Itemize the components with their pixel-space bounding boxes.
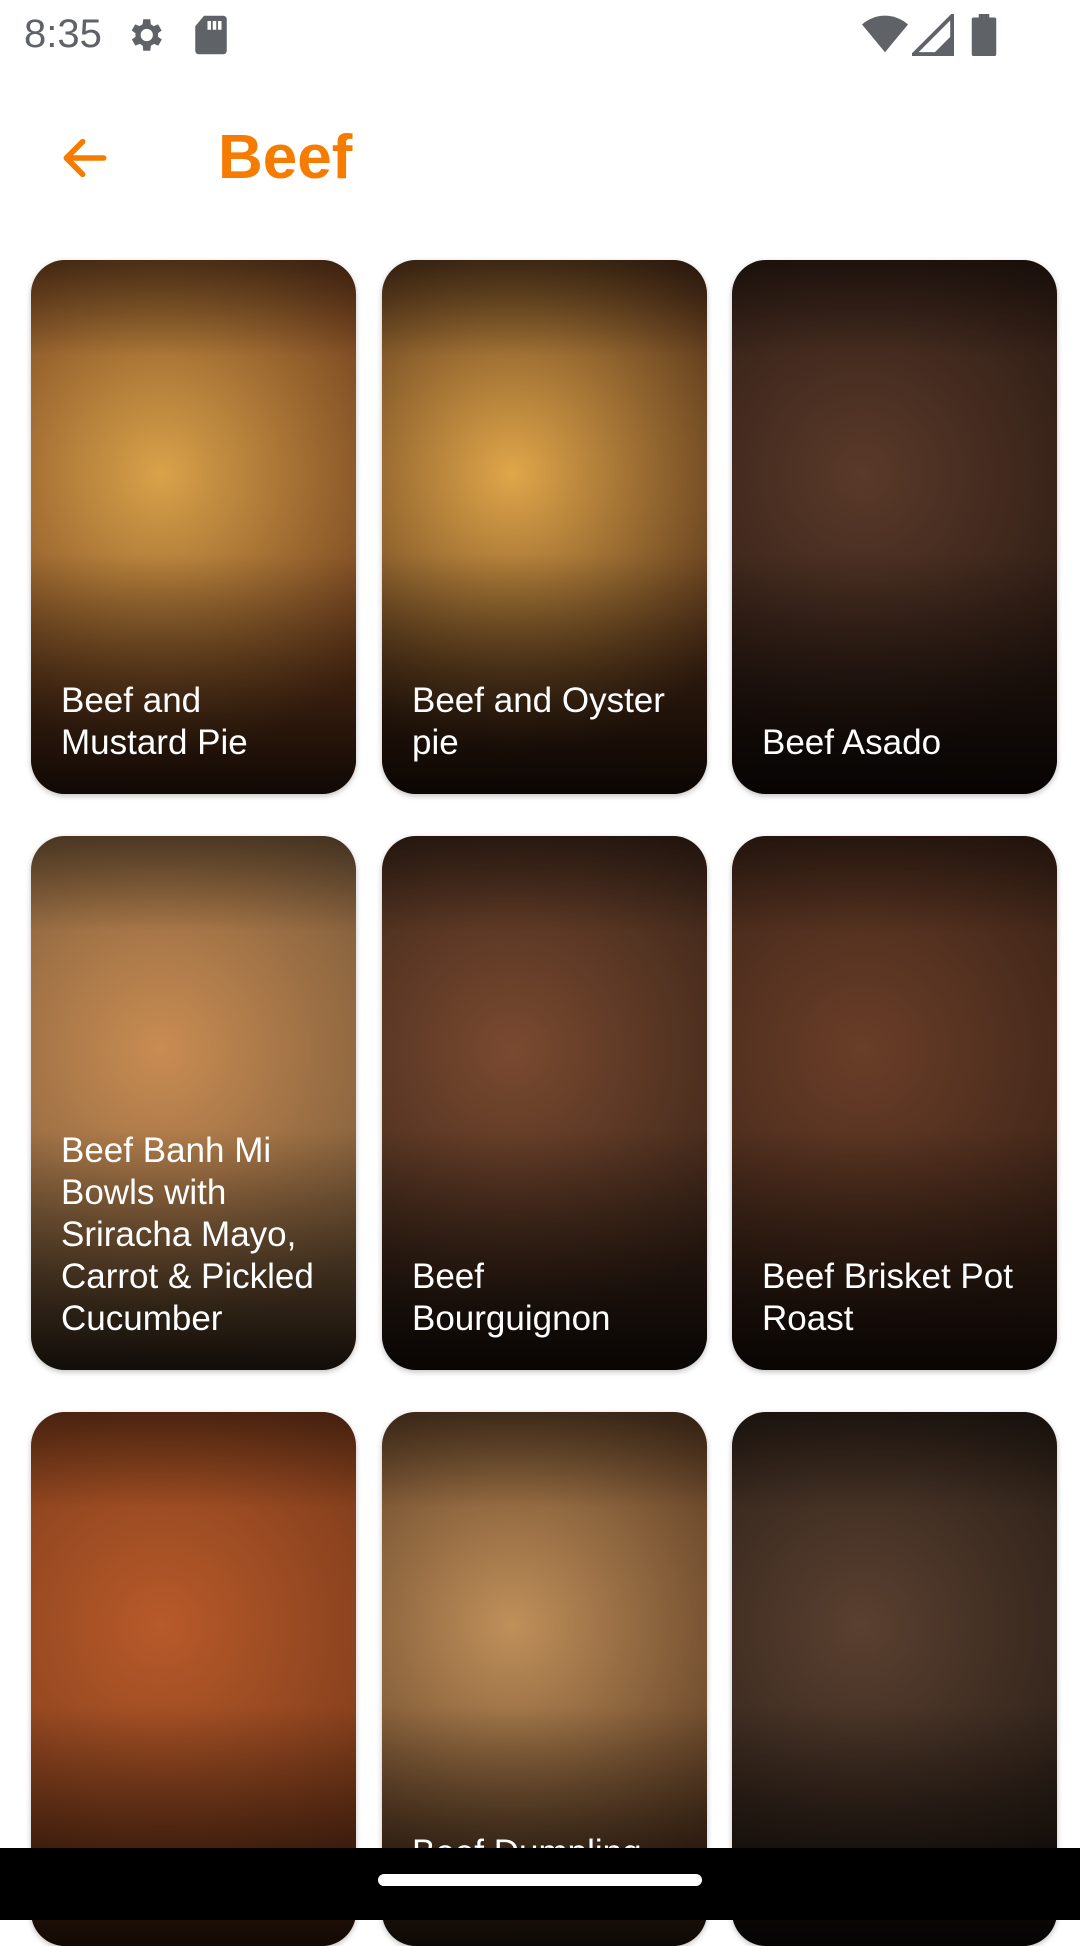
- meal-name: Beef and Mustard Pie: [61, 681, 248, 762]
- arrow-back-icon: [57, 130, 113, 191]
- app-bar: Beef: [0, 80, 1080, 230]
- settings-icon: [124, 14, 166, 66]
- back-button[interactable]: [40, 120, 130, 200]
- meal-card[interactable]: Beef Bourguignon: [382, 836, 707, 1370]
- page-title: Beef: [218, 123, 353, 192]
- cell-signal-icon: [909, 11, 954, 66]
- meal-card[interactable]: Beef and Oyster pie: [382, 260, 707, 794]
- battery-icon: [970, 14, 998, 66]
- meal-name: Beef and Oyster pie: [412, 681, 665, 762]
- meal-name: Beef Banh Mi Bowls with Sriracha Mayo, C…: [61, 1131, 314, 1338]
- status-bar: 8:35: [0, 0, 1080, 72]
- meal-card[interactable]: Beef Brisket Pot Roast: [732, 836, 1057, 1370]
- meal-card[interactable]: Beef Asado: [732, 260, 1057, 794]
- sd-card-icon: [192, 14, 230, 66]
- meal-name: Beef Asado: [762, 723, 942, 762]
- meal-name: Beef Bourguignon: [412, 1257, 611, 1338]
- meal-card[interactable]: Beef Banh Mi Bowls with Sriracha Mayo, C…: [31, 836, 356, 1370]
- home-handle[interactable]: [378, 1874, 702, 1886]
- status-time: 8:35: [24, 12, 102, 56]
- navigation-bar: [0, 1848, 1080, 1920]
- wifi-icon: [862, 14, 908, 66]
- meal-name: Beef Brisket Pot Roast: [762, 1257, 1013, 1338]
- image-overlay: [732, 260, 1057, 794]
- meal-card[interactable]: Beef and Mustard Pie: [31, 260, 356, 794]
